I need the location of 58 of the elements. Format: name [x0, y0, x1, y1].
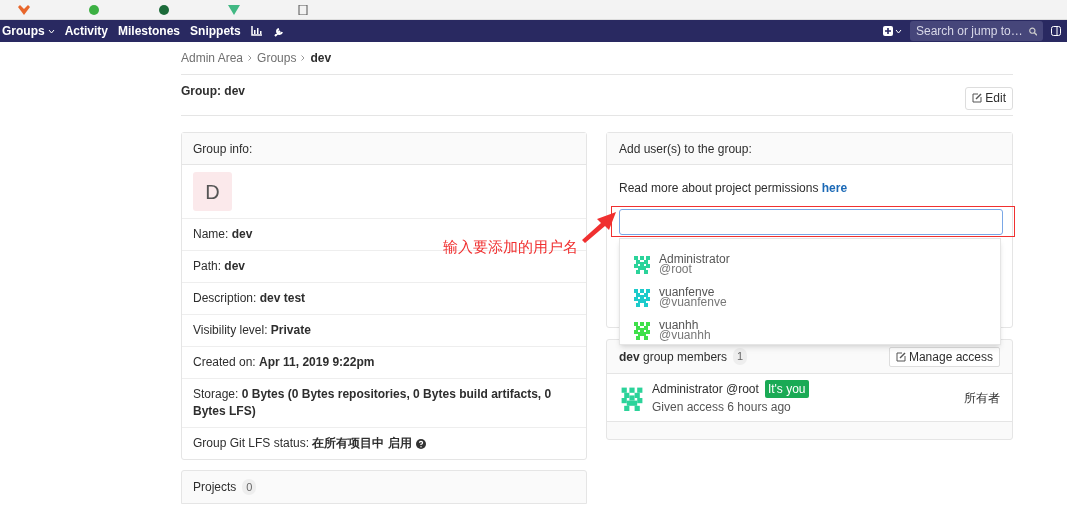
user-search-input[interactable]: [619, 209, 1003, 235]
info-text: Path: dev: [193, 258, 246, 275]
info-text: Name: dev: [193, 226, 253, 243]
edit-button[interactable]: Edit: [965, 86, 1013, 110]
page-icon[interactable]: [298, 4, 308, 15]
sidebar-toggle-icon[interactable]: [1051, 26, 1061, 36]
nav-link[interactable]: Activity: [64, 22, 109, 40]
user-name: vuanfenve: [659, 286, 715, 297]
edit-icon: [895, 351, 906, 362]
page-title: Group: dev: [181, 83, 245, 100]
plus-square-icon: [883, 26, 893, 36]
card-header: Group info:: [182, 133, 586, 165]
member-name: Administrator @root: [652, 380, 759, 398]
card-title: dev group members: [619, 348, 728, 366]
permissions-link[interactable]: here: [821, 181, 848, 195]
member-role: 所有者: [964, 389, 1000, 407]
breadcrumb-link[interactable]: dev: [310, 49, 332, 67]
breadcrumb-link[interactable]: Groups: [257, 49, 297, 67]
card-title: Projects: [193, 479, 237, 496]
nav-link[interactable]: Milestones: [118, 22, 181, 40]
manage-access-button[interactable]: Manage access: [888, 346, 1000, 367]
info-text: Visibility level: Private: [193, 322, 311, 339]
access-info: Given access 6 hours ago: [652, 398, 792, 416]
user-handle: @vuanhh: [659, 329, 711, 340]
annotation-text: 输入要添加的用户名: [443, 237, 578, 258]
info-text: Storage: 0 Bytes (0 Bytes repositories, 0 Bytes build artifacts, 0 Bytes LFS): [193, 386, 553, 420]
user-name: vuanhh: [659, 319, 699, 330]
breadcrumb-link[interactable]: Admin Area: [181, 49, 244, 67]
chart-icon[interactable]: [250, 26, 262, 36]
info-text: Description: dev test: [193, 290, 306, 307]
nav-link[interactable]: Groups: [2, 22, 55, 40]
you-badge: It's you: [764, 379, 809, 398]
permissions-note: Read more about project permissions here: [619, 180, 849, 197]
caret-icon: [47, 28, 55, 34]
suggestion-item[interactable]: vuanfenve @vuanfenve: [620, 280, 1000, 313]
chevron-icon: [301, 55, 306, 61]
globe-icon[interactable]: [158, 4, 170, 15]
nav-link[interactable]: Snippets: [190, 22, 241, 40]
user-name: Administrator: [659, 253, 730, 264]
new-menu-button[interactable]: [883, 26, 902, 36]
card-header: Add user(s) to the group:: [607, 133, 1012, 165]
globe-icon[interactable]: [88, 4, 100, 15]
search-field[interactable]: Search or jump to…: [910, 21, 1043, 41]
annotation-arrow: [582, 211, 616, 243]
info-text: Created on: Apr 11, 2019 9:22pm: [193, 354, 375, 371]
user-handle: @vuanfenve: [659, 296, 727, 307]
fox-icon[interactable]: [18, 4, 30, 15]
group-avatar: D: [193, 172, 232, 211]
chevron-icon: [248, 55, 253, 61]
user-handle: @root: [659, 263, 692, 274]
search-icon: [1028, 26, 1037, 36]
caret-icon: [895, 28, 902, 34]
suggestion-item[interactable]: Administrator @root: [620, 247, 1000, 280]
info-text: Group Git LFS status: 在所有项目中 启用: [193, 435, 412, 452]
count-badge: 0: [242, 478, 257, 496]
edit-icon: [972, 93, 983, 103]
count-badge: 1: [733, 348, 748, 365]
suggestion-item[interactable]: vuanhh @vuanhh: [620, 313, 1000, 346]
